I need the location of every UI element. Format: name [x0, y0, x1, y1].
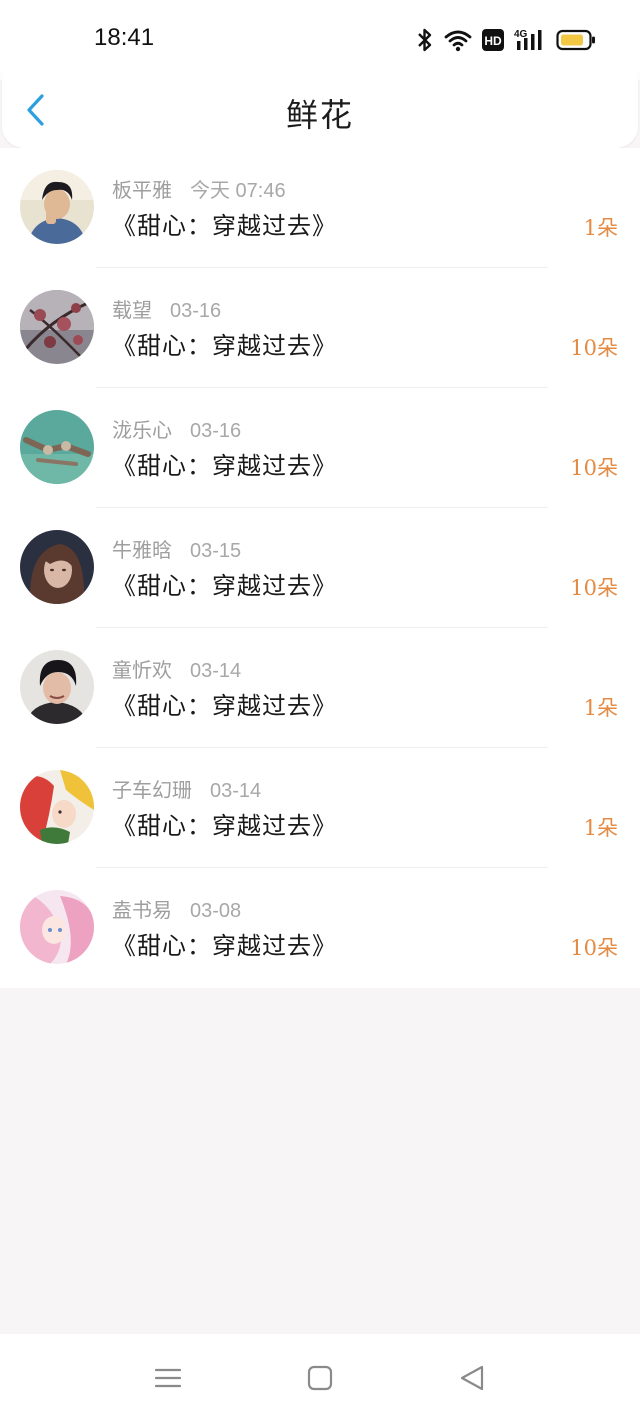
send-date: 03-16 — [190, 420, 242, 442]
send-date: 03-14 — [190, 660, 242, 682]
send-date: 03-15 — [190, 540, 242, 562]
book-title: 《甜心：穿越过去》 — [112, 812, 337, 840]
flower-list: 板平雅 今天 07:46 《甜心：穿越过去》 1朵 载望 03-16 《甜心：穿越过… — [0, 148, 640, 988]
book-title: 《甜心：穿越过去》 — [112, 452, 337, 480]
flower-count: 10朵 — [570, 456, 618, 480]
menu-button[interactable] — [152, 1362, 184, 1394]
flower-list-item[interactable]: 载望 03-16 《甜心：穿越过去》 10朵 — [0, 268, 640, 388]
battery-icon — [556, 29, 595, 51]
sender-name: 盍书易 — [112, 898, 172, 922]
book-title: 《甜心：穿越过去》 — [112, 332, 337, 360]
hd-icon: HD — [482, 29, 504, 51]
bluetooth-icon — [418, 28, 432, 52]
flower-count: 1朵 — [583, 696, 618, 720]
sender-name: 童忻欢 — [112, 658, 172, 682]
book-title: 《甜心：穿越过去》 — [112, 692, 337, 720]
book-title: 《甜心：穿越过去》 — [112, 212, 337, 240]
sender-name: 泷乐心 — [112, 418, 172, 442]
sender-meta: 板平雅 今天 07:46 — [112, 174, 286, 203]
flower-count: 10朵 — [570, 336, 618, 360]
sender-meta: 子车幻珊 03-14 — [112, 774, 261, 803]
flower-list-item[interactable]: 童忻欢 03-14 《甜心：穿越过去》 1朵 — [0, 628, 640, 748]
avatar — [20, 530, 94, 604]
sender-meta: 载望 03-16 — [112, 294, 221, 323]
flower-count: 1朵 — [583, 816, 618, 840]
sender-meta: 童忻欢 03-14 — [112, 654, 241, 683]
sender-name: 牛雅晗 — [112, 538, 172, 562]
send-date: 03-14 — [210, 780, 262, 802]
app-header: 鲜花 — [2, 70, 638, 148]
flower-list-item[interactable]: 泷乐心 03-16 《甜心：穿越过去》 10朵 — [0, 388, 640, 508]
sender-meta: 牛雅晗 03-15 — [112, 534, 241, 563]
avatar — [20, 650, 94, 724]
menu-icon — [154, 1368, 182, 1388]
sender-meta: 泷乐心 03-16 — [112, 414, 241, 443]
sender-name: 子车幻珊 — [112, 778, 192, 802]
flower-list-item[interactable]: 牛雅晗 03-15 《甜心：穿越过去》 10朵 — [0, 508, 640, 628]
signal-4g-icon: 4G — [514, 29, 542, 50]
system-back-button[interactable] — [456, 1362, 488, 1394]
flower-count: 10朵 — [570, 576, 618, 600]
status-icons: HD 4G — [416, 26, 596, 54]
wifi-icon — [444, 30, 472, 52]
flower-count: 10朵 — [570, 936, 618, 960]
book-title: 《甜心：穿越过去》 — [112, 932, 337, 960]
back-triangle-icon — [460, 1365, 484, 1391]
home-button[interactable] — [304, 1362, 336, 1394]
page-title: 鲜花 — [285, 96, 354, 134]
status-time: 18:41 — [94, 24, 155, 51]
avatar — [20, 890, 94, 964]
flower-list-item[interactable]: 板平雅 今天 07:46 《甜心：穿越过去》 1朵 — [0, 148, 640, 268]
avatar — [20, 170, 94, 244]
flower-list-item[interactable]: 子车幻珊 03-14 《甜心：穿越过去》 1朵 — [0, 748, 640, 868]
svg-text:HD: HD — [484, 34, 502, 48]
send-date: 03-08 — [190, 900, 242, 922]
send-date: 今天 07:46 — [190, 180, 286, 202]
home-icon — [307, 1365, 333, 1391]
send-date: 03-16 — [170, 300, 222, 322]
sender-name: 载望 — [112, 298, 152, 322]
flower-list-item[interactable]: 盍书易 03-08 《甜心：穿越过去》 10朵 — [0, 868, 640, 988]
book-title: 《甜心：穿越过去》 — [112, 572, 337, 600]
avatar — [20, 410, 94, 484]
avatar — [20, 770, 94, 844]
status-bar: 18:41 HD 4G — [0, 0, 640, 80]
sender-meta: 盍书易 03-08 — [112, 894, 241, 923]
avatar — [20, 290, 94, 364]
system-nav-bar — [0, 1334, 640, 1422]
sender-name: 板平雅 — [112, 178, 172, 202]
flower-count: 1朵 — [583, 216, 618, 240]
